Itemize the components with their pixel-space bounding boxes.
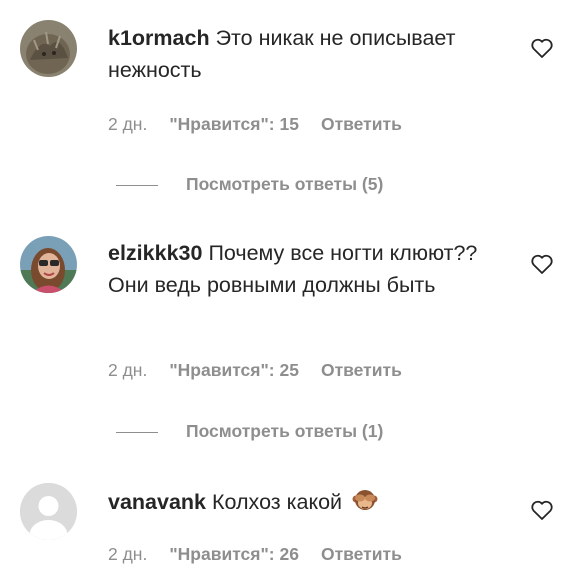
comment-text: elzikkk30 Почему все ногти клюют?? Они в… — [108, 237, 518, 301]
reply-button[interactable]: Ответить — [321, 544, 402, 564]
comment-username[interactable]: elzikkk30 — [108, 241, 202, 265]
divider — [116, 431, 158, 433]
view-replies-button[interactable]: Посмотреть ответы (1) — [116, 421, 383, 442]
comment-time: 2 дн. — [108, 114, 148, 134]
comment-meta: 2 дн. "Нравится": 15 Ответить — [108, 114, 402, 135]
comment-text: vanavank Колхоз какой — [108, 486, 518, 522]
comment-username[interactable]: vanavank — [108, 490, 206, 514]
heart-icon[interactable] — [530, 253, 554, 275]
heart-icon[interactable] — [530, 37, 554, 59]
likes-count[interactable]: "Нравится": 26 — [169, 544, 299, 564]
avatar[interactable] — [20, 483, 77, 540]
reply-button[interactable]: Ответить — [321, 360, 402, 380]
comment-meta: 2 дн. "Нравится": 25 Ответить — [108, 360, 402, 381]
comment-time: 2 дн. — [108, 360, 148, 380]
divider — [116, 184, 158, 186]
likes-count[interactable]: "Нравится": 25 — [169, 360, 299, 380]
avatar[interactable] — [20, 20, 77, 77]
comment-username[interactable]: k1ormach — [108, 26, 210, 50]
see-no-evil-monkey-icon — [352, 487, 378, 522]
comment-meta: 2 дн. "Нравится": 26 Ответить — [108, 544, 402, 565]
reply-button[interactable]: Ответить — [321, 114, 402, 134]
avatar[interactable] — [20, 236, 77, 293]
view-replies-button[interactable]: Посмотреть ответы (5) — [116, 174, 383, 195]
likes-count[interactable]: "Нравится": 15 — [169, 114, 299, 134]
heart-icon[interactable] — [530, 499, 554, 521]
view-replies-label[interactable]: Посмотреть ответы (1) — [186, 421, 383, 441]
comment-text: k1ormach Это никак не описывает нежность — [108, 22, 518, 86]
comment-body: Колхоз какой — [212, 490, 343, 514]
view-replies-label[interactable]: Посмотреть ответы (5) — [186, 174, 383, 194]
comment-time: 2 дн. — [108, 544, 148, 564]
